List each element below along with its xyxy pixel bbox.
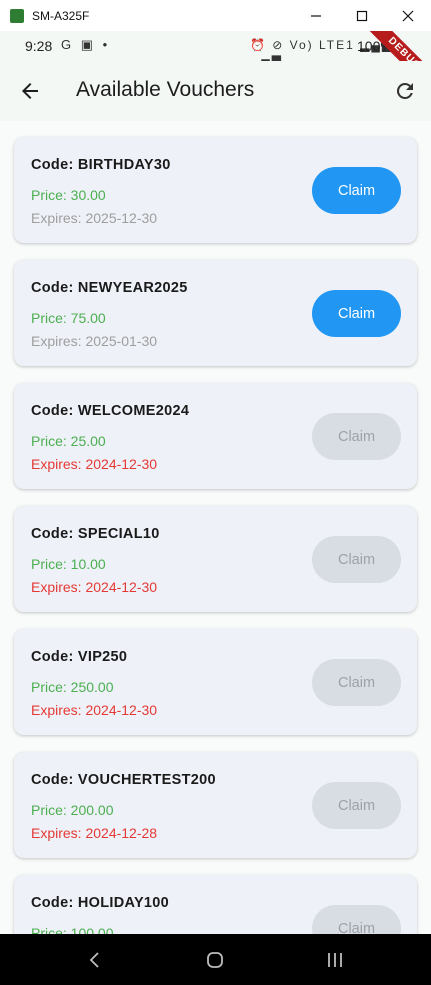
voucher-card: Code: VIP250 Price: 250.00 Expires: 2024-1…	[14, 629, 417, 735]
close-icon[interactable]	[385, 0, 431, 31]
claim-button[interactable]: Claim	[312, 290, 401, 337]
voucher-code: Code: WELCOME2024	[31, 403, 190, 419]
voucher-price: Price: 200.00	[31, 802, 114, 818]
nav-back-icon[interactable]	[70, 934, 120, 985]
voucher-expiry: Expires: 2025-01-30	[31, 333, 158, 349]
voucher-price: Price: 30.00	[31, 187, 106, 203]
claim-button[interactable]: Claim	[312, 167, 401, 214]
voucher-price: Price: 250.00	[31, 679, 114, 695]
minimize-icon[interactable]	[293, 0, 339, 31]
voucher-code: Code: NEWYEAR2025	[31, 280, 188, 296]
back-button[interactable]	[18, 79, 42, 103]
voucher-code: Code: HOLIDAY100	[31, 895, 170, 911]
claim-button: Claim	[312, 413, 401, 460]
voucher-code: Code: BIRTHDAY30	[31, 157, 171, 173]
voucher-card: Code: VOUCHERTEST200 Price: 200.00 Expires…	[14, 752, 417, 858]
voucher-expiry: Expires: 2024-12-30	[31, 702, 158, 718]
refresh-icon	[396, 82, 413, 99]
app-bar: Available Vouchers	[0, 61, 431, 121]
status-time: 9:28	[25, 38, 53, 54]
window-controls	[293, 0, 431, 31]
voucher-price: Price: 25.00	[31, 433, 106, 449]
window-titlebar: SM-A325F	[0, 0, 431, 31]
voucher-code: Code: VOUCHERTEST200	[31, 772, 216, 788]
phone-screen: 9:28 G ▣ • ⏰ ⊘ Vo) LTE1 ▂▄▆ ▂▄▆ 100% DEB…	[0, 31, 431, 985]
claim-button: Claim	[312, 782, 401, 829]
notification-icons: G ▣ •	[61, 37, 111, 52]
claim-button: Claim	[312, 905, 401, 934]
voucher-code: Code: VIP250	[31, 649, 128, 665]
status-bar: 9:28 G ▣ • ⏰ ⊘ Vo) LTE1 ▂▄▆ ▂▄▆ 100%	[0, 31, 431, 66]
voucher-card: Code: NEWYEAR2025 Price: 75.00 Expires: 20…	[14, 260, 417, 366]
nav-recents-icon[interactable]	[310, 934, 360, 985]
voucher-expiry: Expires: 2024-12-30	[31, 456, 158, 472]
voucher-code: Code: SPECIAL10	[31, 526, 160, 542]
claim-button: Claim	[312, 536, 401, 583]
claim-button: Claim	[312, 659, 401, 706]
voucher-price: Price: 100.00	[31, 925, 114, 934]
maximize-icon[interactable]	[339, 0, 385, 31]
page-title: Available Vouchers	[76, 78, 255, 101]
voucher-card: Code: WELCOME2024 Price: 25.00 Expires: 20…	[14, 383, 417, 489]
refresh-button[interactable]	[393, 79, 417, 103]
voucher-card: Code: HOLIDAY100 Price: 100.00 Claim	[14, 875, 417, 934]
app-icon	[10, 8, 24, 23]
voucher-expiry: Expires: 2025-12-30	[31, 210, 158, 226]
voucher-expiry: Expires: 2024-12-28	[31, 825, 158, 841]
voucher-price: Price: 75.00	[31, 310, 106, 326]
navigation-bar	[0, 934, 431, 985]
voucher-list[interactable]: Code: BIRTHDAY30 Price: 30.00 Expires: 202…	[0, 121, 431, 934]
voucher-price: Price: 10.00	[31, 556, 106, 572]
arrow-left-icon	[22, 83, 38, 99]
voucher-expiry: Expires: 2024-12-30	[31, 579, 158, 595]
voucher-card: Code: SPECIAL10 Price: 10.00 Expires: 2024…	[14, 506, 417, 612]
window-title: SM-A325F	[32, 8, 90, 23]
voucher-card: Code: BIRTHDAY30 Price: 30.00 Expires: 202…	[14, 137, 417, 243]
nav-home-icon[interactable]	[190, 934, 240, 985]
